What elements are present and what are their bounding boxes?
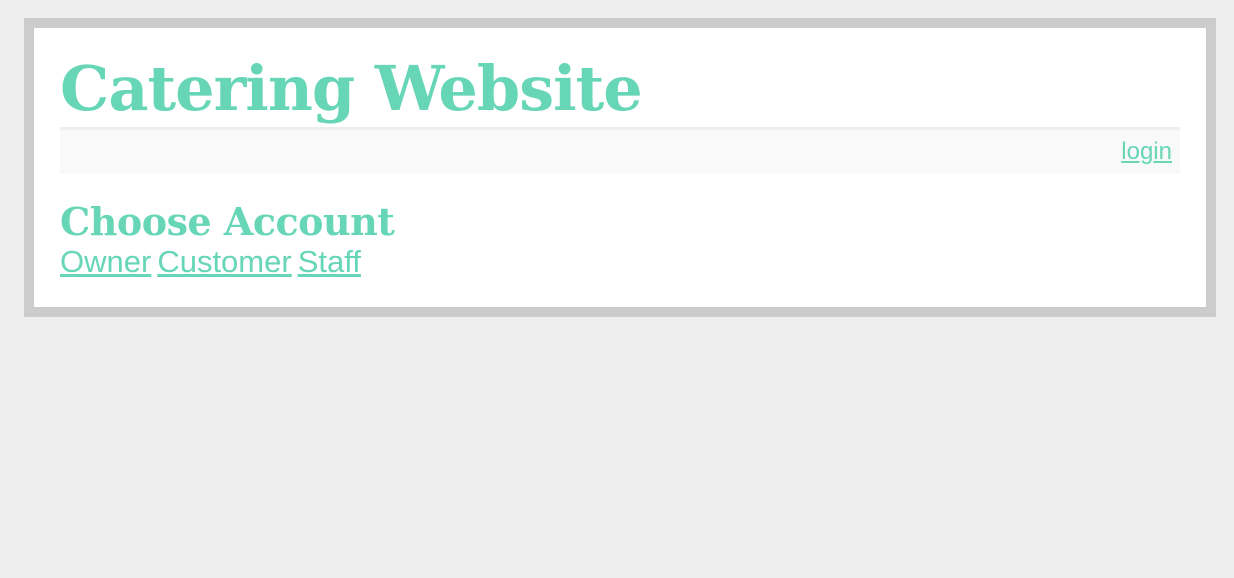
navbar: login — [60, 127, 1180, 174]
login-link[interactable]: login — [1121, 138, 1172, 166]
page-frame: Catering Website login Choose Account Ow… — [24, 18, 1216, 317]
site-title: Catering Website — [60, 52, 643, 125]
choose-account-heading: Choose Account — [60, 199, 395, 244]
staff-link[interactable]: Staff — [298, 244, 361, 279]
customer-link[interactable]: Customer — [157, 244, 291, 279]
account-links: Owner Customer Staff — [60, 244, 367, 280]
owner-link[interactable]: Owner — [60, 244, 151, 279]
